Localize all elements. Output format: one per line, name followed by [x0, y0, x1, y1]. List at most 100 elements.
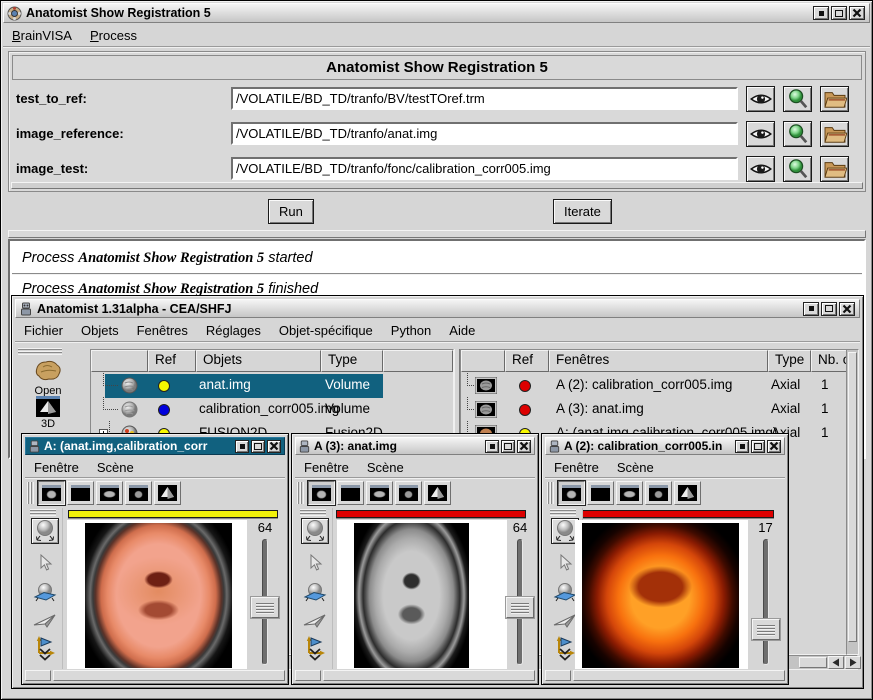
close-button[interactable] [849, 6, 865, 20]
palette-colorbar[interactable] [582, 510, 774, 518]
column-header-ref[interactable]: Ref [505, 350, 549, 372]
bottom-strip[interactable] [53, 670, 285, 681]
object-row-anat[interactable]: anat.img Volume [91, 374, 453, 398]
column-header-blank[interactable] [461, 350, 505, 372]
browse-database-button[interactable] [783, 86, 812, 112]
toolbar-grip[interactable] [297, 482, 304, 504]
minimize-button[interactable] [803, 302, 819, 316]
slider-handle[interactable] [752, 619, 780, 640]
window-row-a3[interactable]: A (3): anat.img Axial 1 [461, 398, 857, 422]
palette-colorbar[interactable] [68, 510, 278, 518]
sagittal-view-button[interactable] [366, 481, 393, 505]
column-header-ref[interactable]: Ref [148, 350, 196, 372]
menu-process[interactable]: Process [81, 26, 146, 45]
coronal-view-button[interactable] [67, 481, 94, 505]
menu-scene[interactable]: Scène [88, 458, 143, 477]
resize-corner[interactable] [295, 670, 321, 681]
menu-brainvisa[interactable]: BrainVISA [3, 26, 81, 45]
scrollbar-thumb[interactable] [799, 657, 827, 668]
more-tools-button[interactable] [31, 641, 59, 667]
tool-grip[interactable] [30, 509, 56, 516]
maximize-button[interactable] [821, 302, 837, 316]
trackball-tool-button[interactable] [301, 518, 329, 544]
sagittal-view-button[interactable] [96, 481, 123, 505]
anatomist-titlebar[interactable]: Anatomist 1.31alpha - CEA/SHFJ [15, 299, 860, 318]
column-header-blank[interactable] [383, 350, 453, 372]
maximize-button[interactable] [831, 6, 847, 20]
toolbar-grip[interactable] [18, 348, 62, 355]
minimize-button[interactable] [735, 440, 749, 453]
browse-database-button[interactable] [783, 121, 812, 147]
object-row-calibration[interactable]: calibration_corr005.img Volume [91, 398, 453, 422]
palette-colorbar[interactable] [336, 510, 526, 518]
fly-tool-button[interactable] [31, 608, 59, 634]
brainvisa-titlebar[interactable]: Anatomist Show Registration 5 [3, 3, 870, 23]
minimize-button[interactable] [235, 440, 249, 453]
threed-view-button[interactable] [674, 481, 701, 505]
axial-view-button[interactable] [558, 481, 585, 505]
threed-view-button[interactable] [424, 481, 451, 505]
column-header-type[interactable]: Type [321, 350, 383, 372]
scrollbar-thumb[interactable] [848, 352, 857, 642]
maximize-button[interactable] [251, 440, 265, 453]
oblique-view-button[interactable] [125, 481, 152, 505]
oblique-view-button[interactable] [645, 481, 672, 505]
open-file-button[interactable] [820, 156, 849, 182]
open-file-button[interactable] [820, 86, 849, 112]
slider-handle[interactable] [506, 597, 534, 618]
column-header-fenetres[interactable]: Fenêtres [549, 350, 768, 372]
minimize-button[interactable] [813, 6, 829, 20]
fly-tool-button[interactable] [301, 608, 329, 634]
minimize-button[interactable] [485, 440, 499, 453]
vertical-scrollbar[interactable] [846, 349, 859, 655]
resize-corner[interactable] [545, 670, 571, 681]
resize-corner[interactable] [25, 670, 51, 681]
iterate-button[interactable]: Iterate [553, 199, 612, 224]
viewer-titlebar[interactable]: A (2): calibration_corr005.in [545, 437, 785, 455]
toolbar-grip[interactable] [27, 482, 34, 504]
column-header-type[interactable]: Type [768, 350, 811, 372]
scroll-right-button[interactable] [845, 656, 861, 669]
menu-scene[interactable]: Scène [358, 458, 413, 477]
close-button[interactable] [267, 440, 281, 453]
cut-plane-tool-button[interactable] [301, 580, 329, 606]
cut-plane-tool-button[interactable] [31, 580, 59, 606]
oblique-view-button[interactable] [395, 481, 422, 505]
menu-objet-specifique[interactable]: Objet-spécifique [270, 321, 382, 340]
tool-grip[interactable] [550, 509, 576, 516]
trackball-tool-button[interactable] [31, 518, 59, 544]
tool-grip[interactable] [300, 509, 326, 516]
column-header-objets[interactable]: Objets [196, 350, 321, 372]
column-header-blank[interactable] [91, 350, 148, 372]
menu-fenetre[interactable]: Fenêtre [545, 458, 608, 477]
menu-scene[interactable]: Scène [608, 458, 663, 477]
image-viewport[interactable] [575, 520, 748, 669]
axial-view-button[interactable] [308, 481, 335, 505]
open-file-button[interactable] [820, 121, 849, 147]
scroll-left-button[interactable] [828, 656, 844, 669]
close-button[interactable] [839, 302, 855, 316]
show-eye-button[interactable] [746, 86, 775, 112]
more-tools-button[interactable] [301, 641, 329, 667]
menu-fichier[interactable]: Fichier [15, 321, 72, 340]
sagittal-view-button[interactable] [616, 481, 643, 505]
slider-track[interactable] [763, 539, 769, 665]
show-eye-button[interactable] [746, 156, 775, 182]
test-to-ref-input[interactable] [231, 87, 738, 110]
window-row-a2[interactable]: A (2): calibration_corr005.img Axial 1 [461, 374, 857, 398]
menu-aide[interactable]: Aide [440, 321, 484, 340]
bottom-strip[interactable] [323, 670, 535, 681]
browse-database-button[interactable] [783, 156, 812, 182]
close-button[interactable] [517, 440, 531, 453]
image-reference-input[interactable] [231, 122, 738, 145]
close-button[interactable] [767, 440, 781, 453]
menu-reglages[interactable]: Réglages [197, 321, 270, 340]
maximize-button[interactable] [501, 440, 515, 453]
menu-objets[interactable]: Objets [72, 321, 128, 340]
run-button[interactable]: Run [268, 199, 314, 224]
image-viewport[interactable] [67, 520, 247, 669]
menu-python[interactable]: Python [382, 321, 440, 340]
show-eye-button[interactable] [746, 121, 775, 147]
viewer-titlebar[interactable]: A: (anat.img,calibration_corr [25, 437, 285, 455]
pointer-tool-button[interactable] [31, 550, 59, 576]
